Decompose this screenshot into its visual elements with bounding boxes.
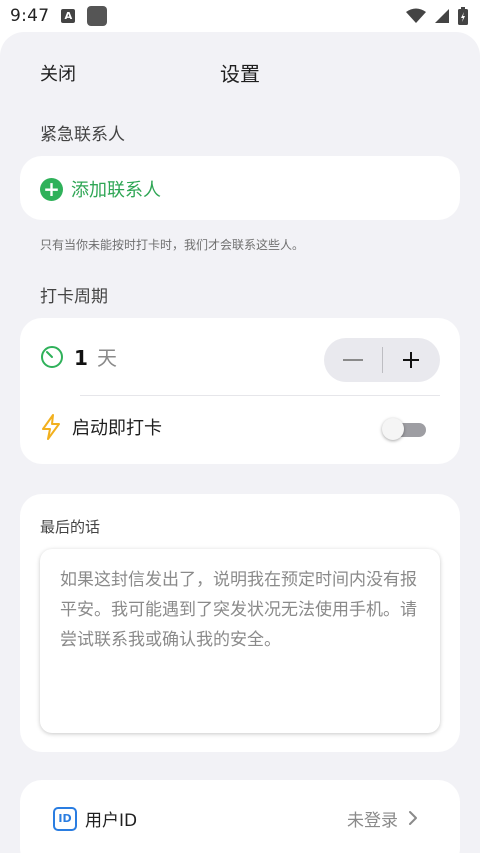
add-contact-button[interactable]: + 添加联系人: [40, 176, 161, 202]
battery-icon: [458, 7, 468, 25]
signal-icon: [435, 9, 449, 23]
launch-checkin-row: 启动即打卡: [40, 414, 162, 440]
period-unit: 天: [97, 346, 118, 370]
increment-button[interactable]: [382, 338, 440, 382]
row-divider: [80, 395, 440, 396]
status-bar: 9:47 A: [0, 0, 480, 32]
minus-icon: [342, 359, 363, 361]
notification-box-icon: [87, 6, 108, 26]
chevron-right-icon: [409, 811, 417, 825]
account-card: ID 用户ID 未登录: [20, 780, 460, 853]
header: 关闭 设置: [0, 56, 480, 88]
login-status: 未登录: [347, 811, 398, 831]
timer-icon: [41, 345, 63, 368]
emergency-contacts-label: 紧急联系人: [40, 125, 125, 145]
period-stepper: [324, 338, 440, 382]
last-words-label: 最后的话: [40, 518, 101, 536]
lightning-bolt-icon: [42, 414, 60, 440]
app-indicator-icon: A: [61, 9, 76, 23]
checkin-period-label: 打卡周期: [40, 287, 108, 307]
period-row: 1 天: [40, 342, 117, 371]
wifi-icon: [406, 8, 426, 23]
add-contact-label: 添加联系人: [71, 180, 161, 201]
toggle-thumb: [382, 418, 404, 440]
plus-circle-icon: +: [40, 177, 63, 201]
user-id-label: 用户ID: [85, 811, 138, 831]
launch-checkin-label: 启动即打卡: [72, 418, 162, 439]
decrement-button[interactable]: [324, 338, 382, 382]
settings-sheet: 关闭 设置 紧急联系人 + 添加联系人 只有当你未能按时打卡时，我们才会联系这些…: [0, 32, 480, 853]
status-time: 9:47: [10, 6, 50, 26]
last-words-textarea[interactable]: 如果这封信发出了，说明我在预定时间内没有报平安。我可能遇到了突发状况无法使用手机…: [40, 549, 440, 733]
emergency-contacts-card: + 添加联系人: [20, 156, 460, 220]
last-words-card: 最后的话 如果这封信发出了，说明我在预定时间内没有报平安。我可能遇到了突发状况无…: [20, 494, 460, 752]
checkin-period-card: 1 天 启动即打卡: [20, 318, 460, 464]
plus-icon: [403, 352, 420, 368]
last-words-placeholder: 如果这封信发出了，说明我在预定时间内没有报平安。我可能遇到了突发状况无法使用手机…: [60, 570, 417, 650]
id-badge-icon: ID: [53, 806, 77, 831]
page-title: 设置: [220, 62, 260, 86]
period-value: 1: [74, 346, 88, 370]
emergency-hint: 只有当你未能按时打卡时，我们才会联系这些人。: [40, 238, 305, 252]
status-right: [406, 7, 468, 25]
status-left: 9:47 A: [10, 6, 108, 26]
launch-checkin-toggle[interactable]: [382, 418, 426, 440]
user-id-row[interactable]: ID 用户ID: [53, 806, 137, 831]
